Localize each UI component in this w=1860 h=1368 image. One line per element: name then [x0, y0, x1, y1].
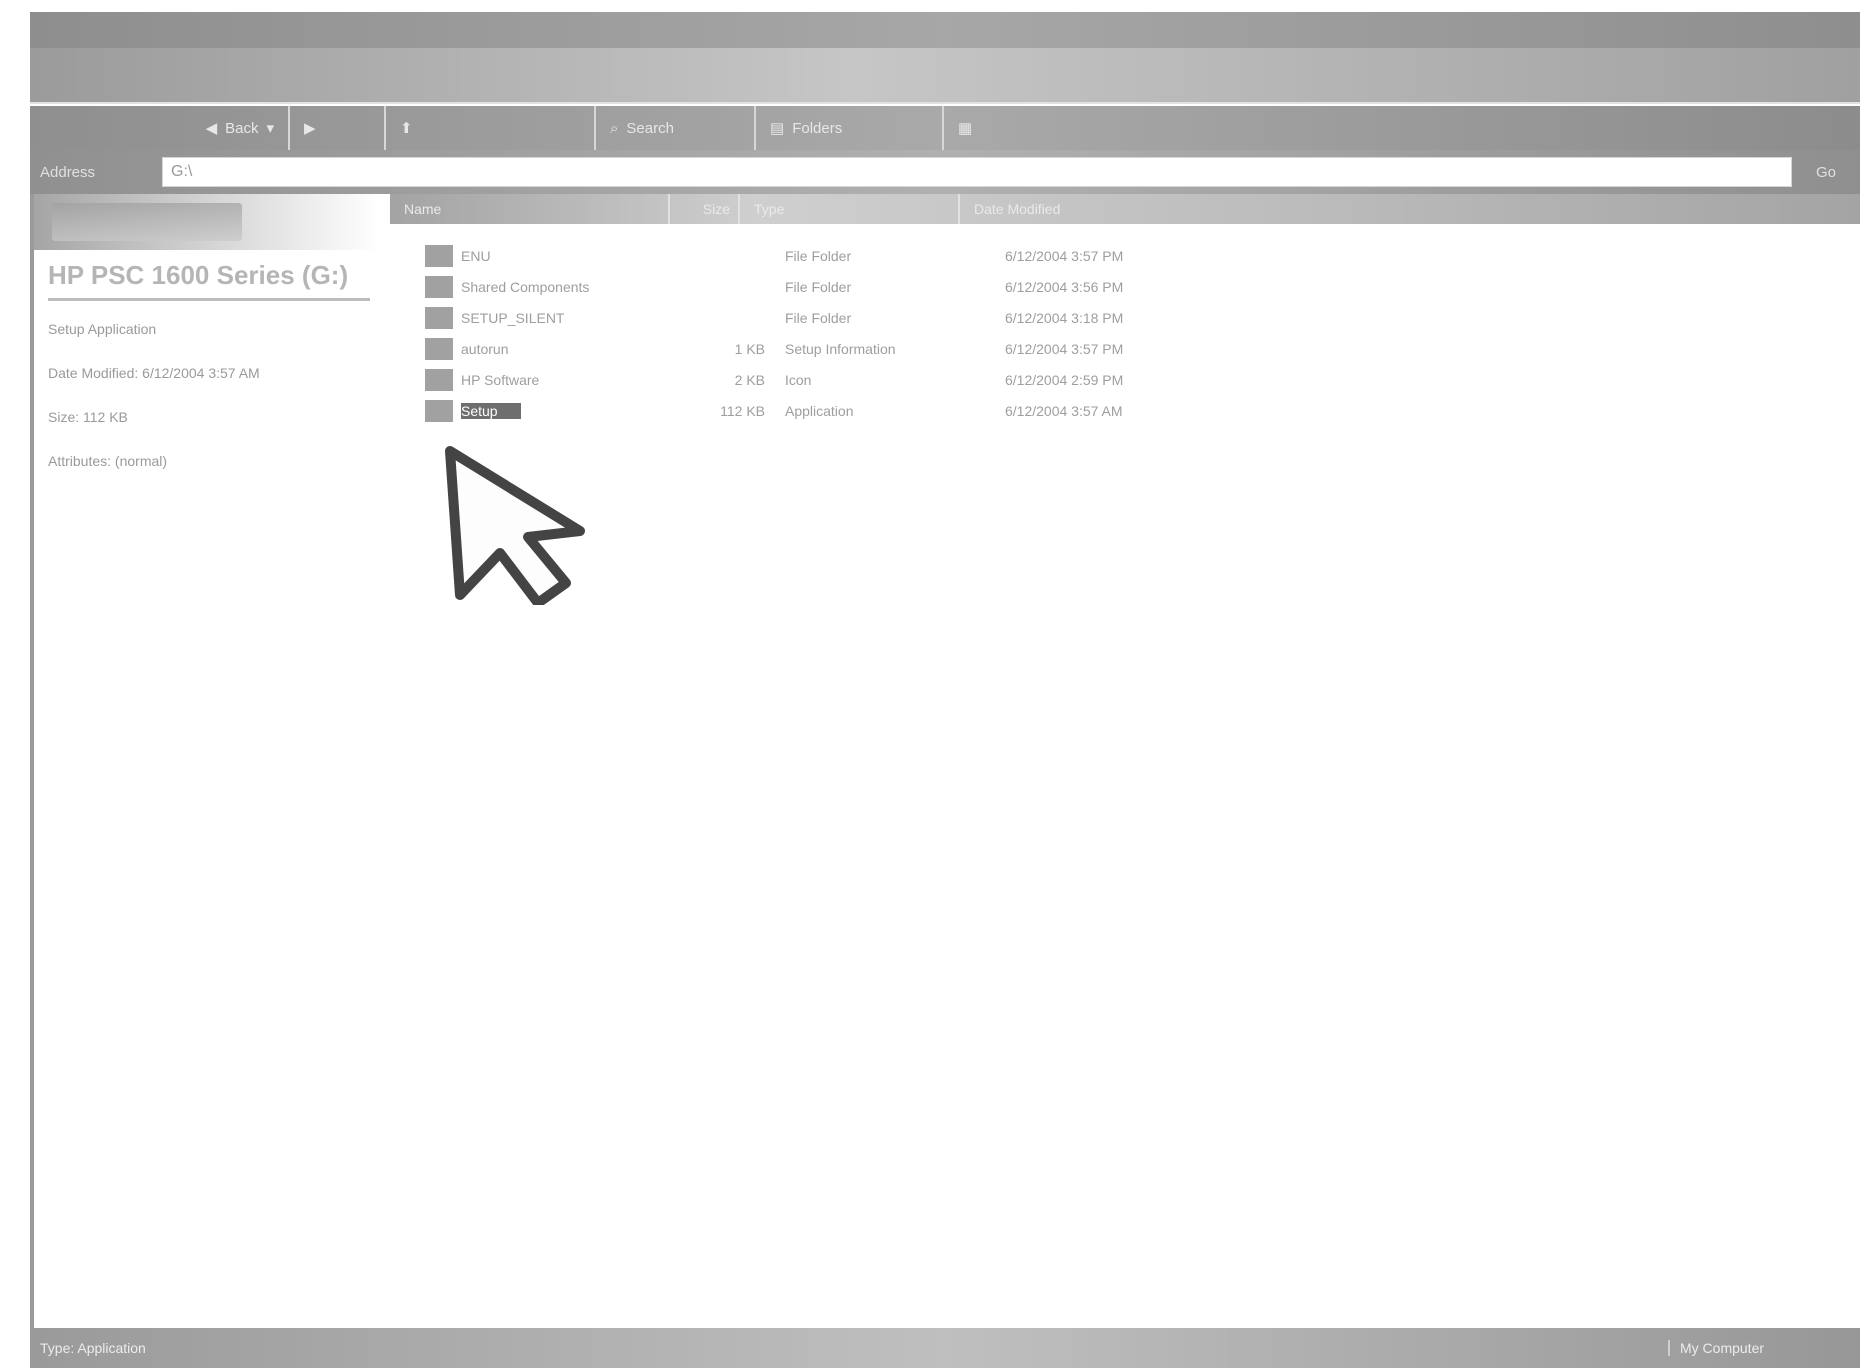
file-type: File Folder	[785, 309, 852, 326]
folder-icon	[425, 306, 453, 329]
application-icon	[425, 399, 453, 422]
address-input[interactable]: G:\	[162, 157, 1792, 187]
column-modified[interactable]: Date Modified	[960, 194, 1160, 224]
up-button[interactable]: ⬆	[386, 106, 596, 150]
folder-icon	[425, 244, 453, 267]
menu-bar	[30, 48, 1860, 104]
file-size: 2 KB	[734, 371, 765, 388]
file-name: HP Software	[461, 371, 540, 388]
status-zone: My Computer	[1668, 1340, 1860, 1356]
search-label: Search	[626, 119, 674, 137]
file-row[interactable]: HP Software 2 KB Icon 6/12/2004 2:59 PM	[425, 364, 1325, 395]
file-modified: 6/12/2004 3:57 AM	[1005, 402, 1123, 419]
icon-file-icon	[425, 368, 453, 391]
file-row[interactable]: Shared Components File Folder 6/12/2004 …	[425, 271, 1325, 302]
file-list: ENU File Folder 6/12/2004 3:57 PM Shared…	[425, 240, 1325, 426]
back-button[interactable]: ◀ Back ▾	[38, 106, 290, 150]
address-value: G:\	[171, 163, 193, 180]
folders-label: Folders	[792, 119, 843, 137]
file-name: Shared Components	[461, 278, 590, 295]
column-size[interactable]: Size	[670, 194, 740, 224]
column-name[interactable]: Name	[390, 194, 670, 224]
drive-icon	[52, 203, 242, 241]
details-text: Setup Application Date Modified: 6/12/20…	[48, 319, 366, 471]
folders-button[interactable]: ▤ Folders	[756, 106, 944, 150]
explorer-window: ◀ Back ▾ ▶ ⬆ ⌕ Search ▤ Folders ▦ Addres…	[30, 12, 1860, 1368]
forward-arrow-icon: ▶	[304, 120, 316, 137]
file-modified: 6/12/2004 2:59 PM	[1005, 371, 1124, 388]
folders-icon: ▤	[770, 120, 785, 137]
toolbar: ◀ Back ▾ ▶ ⬆ ⌕ Search ▤ Folders ▦	[30, 106, 1860, 150]
column-headers: Name Size Type Date Modified	[390, 194, 1860, 224]
go-button[interactable]: Go	[1792, 164, 1860, 181]
file-row[interactable]: SETUP_SILENT File Folder 6/12/2004 3:18 …	[425, 302, 1325, 333]
details-line: Date Modified: 6/12/2004 3:57 AM	[48, 365, 260, 381]
file-row[interactable]: ENU File Folder 6/12/2004 3:57 PM	[425, 240, 1325, 271]
file-size: 1 KB	[734, 340, 765, 357]
file-row-selected[interactable]: Setup 112 KB Application 6/12/2004 3:57 …	[425, 395, 1325, 426]
file-modified: 6/12/2004 3:57 PM	[1005, 340, 1124, 357]
back-label: Back	[225, 119, 259, 137]
views-button[interactable]: ▦	[944, 106, 1064, 150]
file-type: File Folder	[785, 278, 852, 295]
address-bar: Address G:\ Go	[30, 150, 1860, 194]
views-icon: ▦	[958, 120, 973, 137]
status-text: Type: Application	[40, 1340, 146, 1356]
title-bar[interactable]	[30, 12, 1860, 48]
file-name: Setup	[461, 402, 521, 419]
status-bar: Type: Application My Computer	[30, 1328, 1860, 1368]
back-arrow-icon: ◀	[205, 120, 218, 137]
forward-button[interactable]: ▶	[290, 106, 386, 150]
drive-title: HP PSC 1600 Series (G:)	[48, 260, 370, 301]
file-type: Icon	[785, 371, 812, 388]
setup-info-icon	[425, 337, 453, 360]
search-icon: ⌕	[610, 119, 619, 137]
file-size: 112 KB	[720, 402, 765, 419]
file-type: Application	[785, 402, 854, 419]
details-line: Attributes: (normal)	[48, 453, 168, 469]
file-type: Setup Information	[785, 340, 896, 357]
details-line: Size: 112 KB	[48, 409, 128, 425]
mouse-pointer-icon	[445, 446, 585, 605]
file-name: autorun	[461, 340, 509, 357]
drive-header	[34, 194, 380, 250]
file-name: SETUP_SILENT	[461, 309, 565, 326]
details-line: Setup Application	[48, 321, 157, 337]
file-modified: 6/12/2004 3:18 PM	[1005, 309, 1124, 326]
folder-icon	[425, 275, 453, 298]
search-button[interactable]: ⌕ Search	[596, 106, 756, 150]
folder-up-icon: ⬆	[400, 120, 413, 137]
file-row[interactable]: autorun 1 KB Setup Information 6/12/2004…	[425, 333, 1325, 364]
file-modified: 6/12/2004 3:56 PM	[1005, 278, 1124, 295]
file-modified: 6/12/2004 3:57 PM	[1005, 247, 1124, 264]
chevron-down-icon: ▾	[266, 120, 274, 137]
column-type[interactable]: Type	[740, 194, 960, 224]
file-type: File Folder	[785, 247, 852, 264]
details-pane: HP PSC 1600 Series (G:) Setup Applicatio…	[30, 194, 380, 1342]
file-name: ENU	[461, 247, 491, 264]
address-label: Address	[40, 163, 96, 181]
